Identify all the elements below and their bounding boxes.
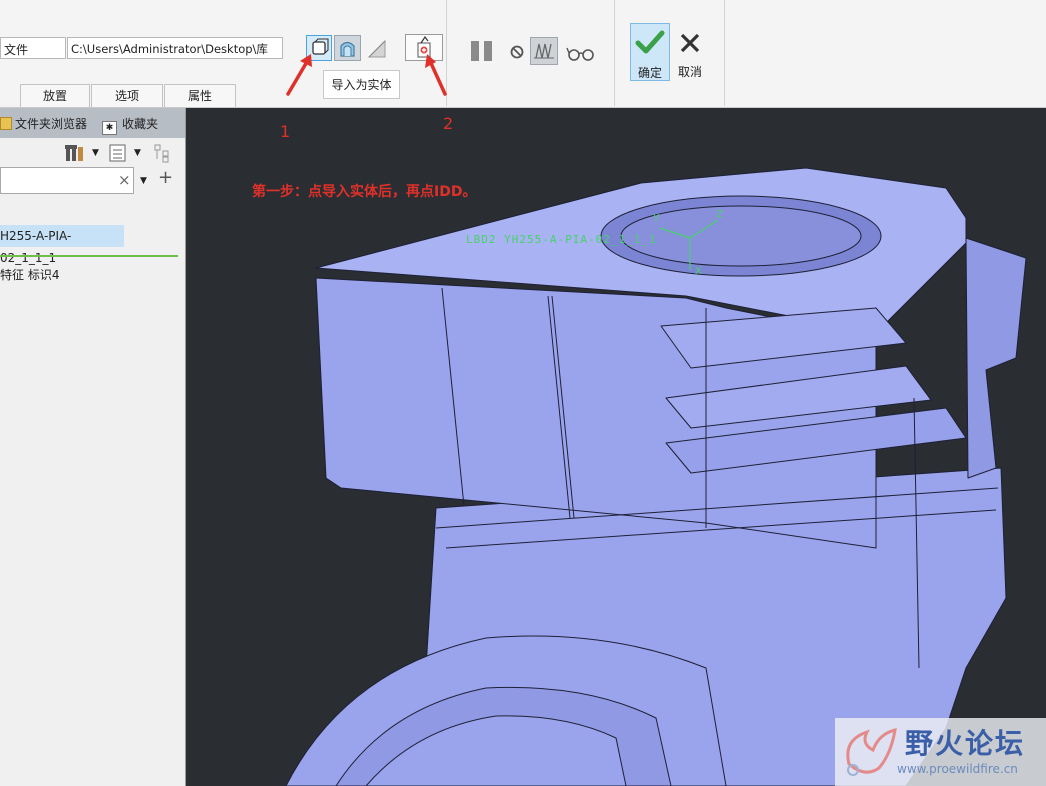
axis-x-label: X: [695, 266, 702, 277]
import-as-quilt-button[interactable]: [366, 38, 388, 60]
ok-button[interactable]: 确定: [630, 23, 670, 81]
axis-y-label: Y: [653, 213, 660, 224]
model-right-bracket: [965, 237, 1027, 479]
cad-model-render: [285, 167, 1027, 786]
graphics-viewport[interactable]: [186, 108, 1046, 786]
glasses-icon: [566, 47, 594, 61]
axis-z-label: Z: [716, 209, 723, 220]
tree-filter-icon: [154, 144, 169, 163]
tree-item-selected[interactable]: H255-A-PIA-02_1_1_1: [0, 225, 124, 265]
watermark: 野火论坛 www.proewildfire.cn: [835, 718, 1046, 786]
tree-filter-button[interactable]: [153, 143, 175, 163]
left-navigator-panel: [0, 108, 186, 786]
watermark-url: www.proewildfire.cn: [897, 762, 1018, 776]
chevron-down-icon[interactable]: ▼: [134, 148, 141, 158]
tab-folder-browser[interactable]: 文件夹浏览器: [0, 115, 87, 133]
ribbon-separator: [724, 0, 725, 106]
hammer-icon: [65, 145, 83, 161]
stop-button[interactable]: [509, 44, 525, 60]
list-icon: [109, 144, 126, 162]
cancel-button[interactable]: 取消: [674, 23, 706, 81]
no-entry-icon: [510, 45, 524, 59]
favorites-label: 收藏夹: [122, 117, 159, 131]
pause-button[interactable]: [470, 39, 494, 63]
tooltip: 导入为实体: [323, 70, 400, 99]
close-icon: [680, 33, 700, 53]
chevron-down-icon[interactable]: ▼: [92, 148, 99, 158]
tree-item-feature[interactable]: 特征 标识4: [0, 266, 59, 283]
annotation-number-2: 2: [443, 114, 454, 133]
annotation-number-1: 1: [280, 122, 291, 141]
preview-button[interactable]: [530, 37, 558, 65]
file-path-input[interactable]: C:\Users\Administrator\Desktop\库: [67, 37, 283, 59]
wildfire-logo-icon: [846, 727, 897, 776]
tab-placement[interactable]: 放置: [20, 84, 90, 107]
annotation-arrow-2: [425, 54, 447, 96]
step-instruction-text: 第一步：点导入实体后，再点IDD。: [252, 184, 477, 200]
show-dropdown-button[interactable]: [108, 143, 128, 163]
annotation-arrow-1: [286, 54, 312, 96]
ok-label: 确定: [637, 66, 662, 80]
tab-options[interactable]: 选项: [91, 84, 163, 107]
tab-favorites[interactable]: ✱ 收藏夹: [102, 115, 159, 135]
tools-dropdown-button[interactable]: [64, 143, 86, 163]
surface-icon: [340, 41, 355, 57]
ribbon-separator: [614, 0, 615, 106]
add-icon[interactable]: +: [158, 168, 173, 188]
import-as-surface-button[interactable]: [334, 35, 361, 61]
cancel-label: 取消: [677, 65, 702, 79]
chevron-down-icon[interactable]: ▼: [140, 176, 147, 186]
pause-icon: [471, 41, 492, 61]
tab-properties[interactable]: 属性: [164, 84, 236, 107]
tree-search-input[interactable]: [0, 167, 134, 194]
search-clear-icon[interactable]: ×: [118, 171, 131, 189]
folder-browser-label: 文件夹浏览器: [15, 117, 88, 131]
preview-icon: [534, 43, 554, 59]
checkmark-icon: [635, 30, 665, 54]
watermark-title: 野火论坛: [905, 727, 1026, 760]
verify-glasses-button[interactable]: [566, 44, 596, 62]
folder-icon: [0, 117, 12, 130]
file-type-label: 文件: [0, 37, 66, 59]
favorites-icon: ✱: [102, 121, 117, 135]
quilt-icon: [367, 39, 386, 58]
insert-here-indicator: [0, 255, 178, 257]
csys-label: LBD2 YH255-A-PIA-02_1_1_1: [466, 233, 657, 246]
